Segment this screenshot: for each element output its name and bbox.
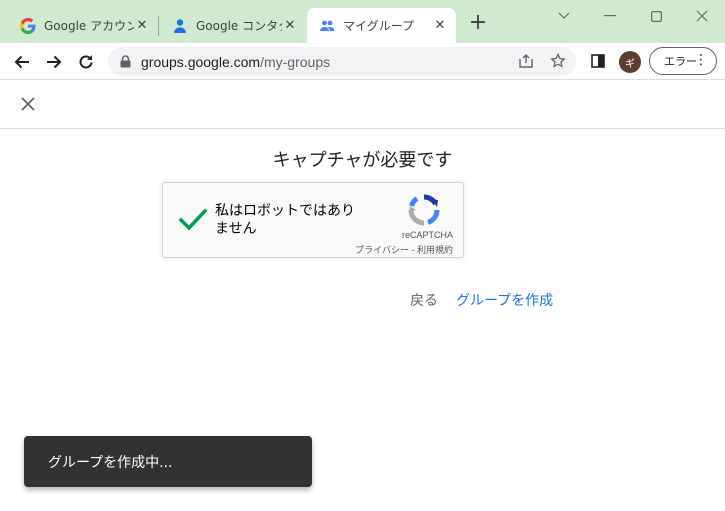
back-button[interactable]: 戻る (410, 290, 438, 310)
error-chip-label: エラー (664, 55, 697, 68)
tab-separator (158, 16, 159, 36)
browser-toolbar: groups.google.com/my-groups ギ エラー ⋮ (0, 43, 725, 80)
url-text: groups.google.com/my-groups (141, 54, 330, 70)
close-window-icon[interactable] (679, 4, 725, 28)
close-icon[interactable] (16, 92, 40, 116)
minimize-icon[interactable] (587, 4, 633, 28)
side-panel-icon[interactable] (589, 52, 607, 70)
reload-icon[interactable] (73, 49, 99, 75)
address-bar[interactable]: groups.google.com/my-groups (108, 47, 576, 76)
tab-google-contacts[interactable]: Google コンタクト ✕ (160, 8, 306, 43)
tab-my-groups[interactable]: マイグループ ✕ (307, 8, 456, 43)
lock-icon[interactable] (120, 55, 131, 68)
more-vert-icon[interactable]: ⋮ (694, 53, 708, 67)
google-g-icon (20, 17, 36, 34)
recaptcha-logo-icon (407, 193, 441, 227)
create-group-button[interactable]: グループを作成 (456, 290, 553, 310)
close-tab-icon[interactable]: ✕ (432, 18, 448, 33)
share-icon[interactable] (517, 52, 535, 70)
tab-google-account[interactable]: Google アカウント ✕ (8, 8, 158, 43)
recaptcha-checkbox[interactable] (177, 203, 209, 235)
recaptcha-brand: reCAPTCHA (401, 230, 453, 240)
back-arrow-icon[interactable] (9, 49, 35, 75)
tab-strip: Google アカウント ✕ Google コンタクト ✕ マイグループ ✕ + (0, 0, 725, 43)
forward-arrow-icon[interactable] (41, 49, 67, 75)
groups-people-icon (319, 18, 335, 34)
snackbar-message: グループを作成中... (48, 454, 173, 471)
bookmark-star-icon[interactable] (549, 52, 567, 70)
maximize-icon[interactable] (633, 4, 679, 28)
profile-avatar[interactable]: ギ (619, 51, 641, 73)
snackbar: グループを作成中... (24, 436, 312, 487)
error-chip-button[interactable]: エラー ⋮ (649, 47, 717, 75)
recaptcha-terms-link[interactable]: プライバシー - 利用規約 (303, 243, 453, 256)
tab-title: Google コンタクト (196, 19, 282, 33)
url-host: groups.google.com (141, 53, 261, 70)
tab-title: Google アカウント (44, 19, 134, 33)
checkmark-icon (178, 208, 208, 231)
captcha-title: キャプチャが必要です (272, 150, 453, 171)
chevron-down-icon[interactable] (541, 4, 587, 28)
page-header (0, 80, 725, 129)
url-path: /my-groups (260, 53, 331, 70)
close-tab-icon[interactable]: ✕ (134, 18, 150, 33)
tab-title: マイグループ (343, 19, 415, 33)
recaptcha-label: 私はロボットではありません (215, 203, 355, 237)
close-tab-icon[interactable]: ✕ (282, 18, 298, 33)
new-tab-button[interactable]: + (466, 12, 490, 36)
contacts-person-icon (172, 18, 188, 34)
recaptcha-widget: 私はロボットではありません reCAPTCHA プライバシー - 利用規約 (162, 182, 464, 258)
